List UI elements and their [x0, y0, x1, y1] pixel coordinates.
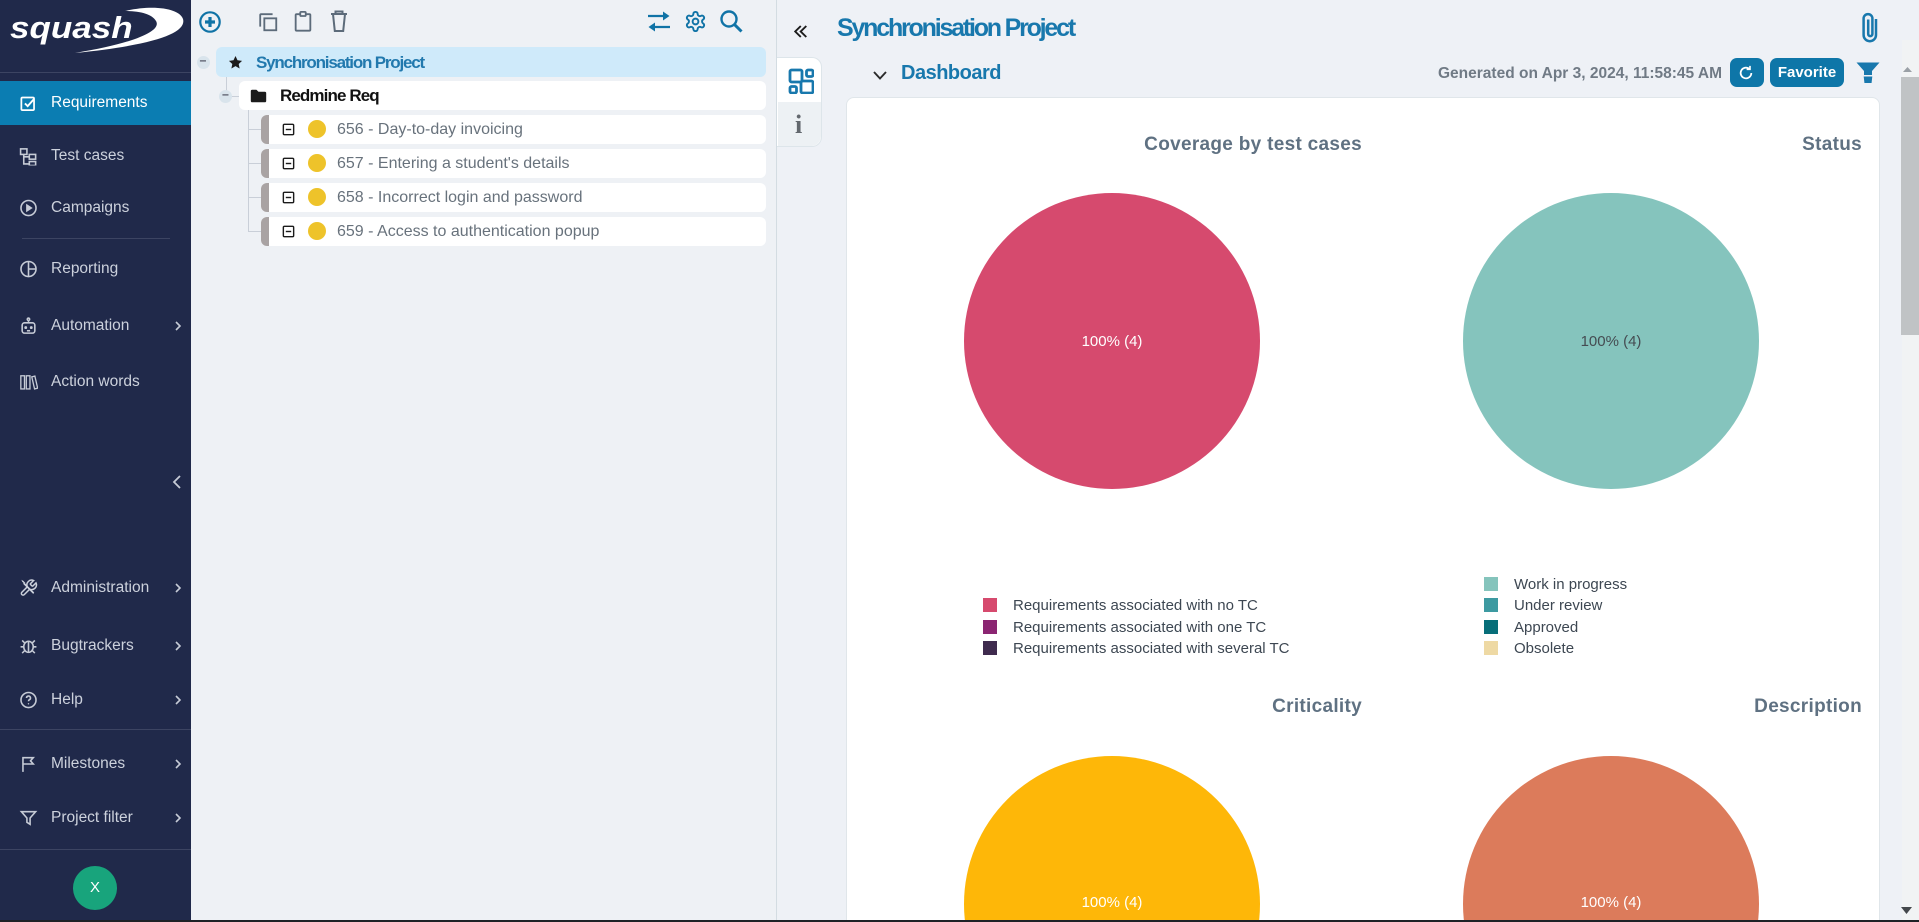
svg-text:squash: squash [10, 11, 133, 46]
